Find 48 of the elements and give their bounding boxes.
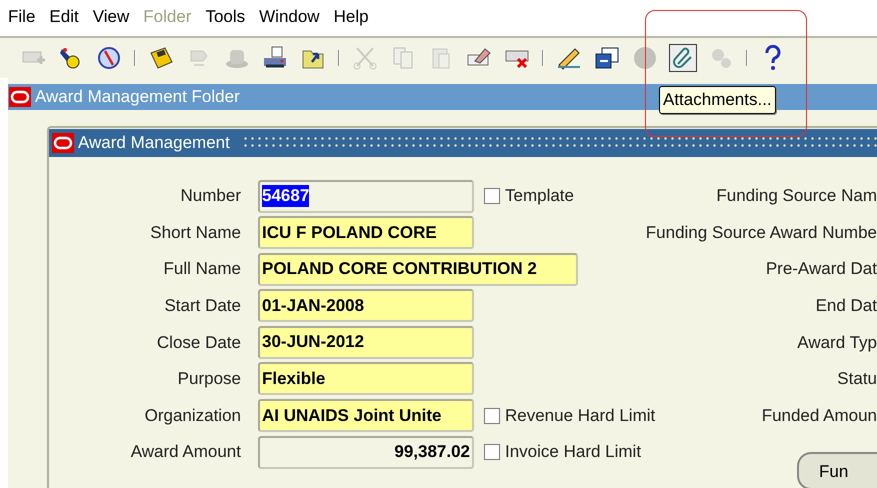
- menu-item[interactable]: Window: [259, 4, 320, 30]
- field-label: Funding Source Nam: [715, 185, 877, 208]
- input-field[interactable]: 54687: [258, 180, 474, 212]
- toolbar-separator: [542, 50, 544, 66]
- input-field[interactable]: 99,387.02: [258, 436, 474, 469]
- menu-item[interactable]: View: [92, 4, 130, 30]
- menu-item[interactable]: Tools: [205, 4, 246, 30]
- funding-button[interactable]: Fun: [797, 452, 877, 488]
- field-label: Purpose: [176, 368, 241, 390]
- input-field[interactable]: POLAND CORE CONTRIBUTION 2: [258, 252, 578, 286]
- input-field[interactable]: 30-JUN-2012: [258, 326, 474, 359]
- checkbox[interactable]: [484, 444, 500, 460]
- field-label: Short Name: [149, 222, 241, 244]
- input-field[interactable]: ICU F POLAND CORE: [258, 216, 474, 250]
- tooltip: Attachments...: [659, 86, 776, 114]
- window-title: Award Management: [78, 132, 230, 154]
- paperclip-icon[interactable]: [670, 45, 696, 71]
- oracle-logo-icon: [52, 132, 74, 152]
- field-label: Number: [180, 185, 241, 208]
- field-label: Award Typ: [796, 332, 877, 354]
- checkbox-label: Revenue Hard Limit: [505, 404, 656, 427]
- toolbar-separator: [746, 50, 748, 66]
- field-label: Award Amount: [130, 441, 241, 464]
- field-label: Close Date: [156, 332, 241, 354]
- field-label: End Dat: [814, 295, 877, 318]
- field-label: Funded Amoun: [760, 404, 877, 427]
- checkbox[interactable]: [484, 188, 500, 204]
- oracle-logo-icon: [9, 86, 31, 107]
- input-field[interactable]: 01-JAN-2008: [258, 289, 474, 322]
- toolbar-separator: [338, 50, 340, 66]
- menu-item[interactable]: Edit: [49, 4, 79, 30]
- field-label: Full Name: [162, 258, 241, 280]
- input-field[interactable]: Flexible: [258, 362, 474, 396]
- field-label: Pre-Award Dat: [764, 258, 877, 280]
- windows-icon[interactable]: [594, 45, 620, 71]
- checkbox-label: Invoice Hard Limit: [505, 441, 642, 464]
- field-label: Start Date: [163, 295, 241, 318]
- menu-item[interactable]: Help: [334, 4, 369, 30]
- checkbox[interactable]: [484, 408, 500, 424]
- toolbar-separator: [134, 50, 136, 66]
- checkbox-label: Template: [505, 185, 574, 208]
- input-field[interactable]: AI UNAIDS Joint Unite: [258, 399, 474, 432]
- field-label: Statu: [836, 368, 877, 390]
- menu-item[interactable]: File: [8, 4, 36, 30]
- field-label: Organization: [144, 404, 241, 427]
- field-label: Funding Source Award Numbe: [644, 222, 877, 244]
- window-title: Award Management Folder: [35, 86, 240, 108]
- compass-icon[interactable]: [96, 45, 122, 71]
